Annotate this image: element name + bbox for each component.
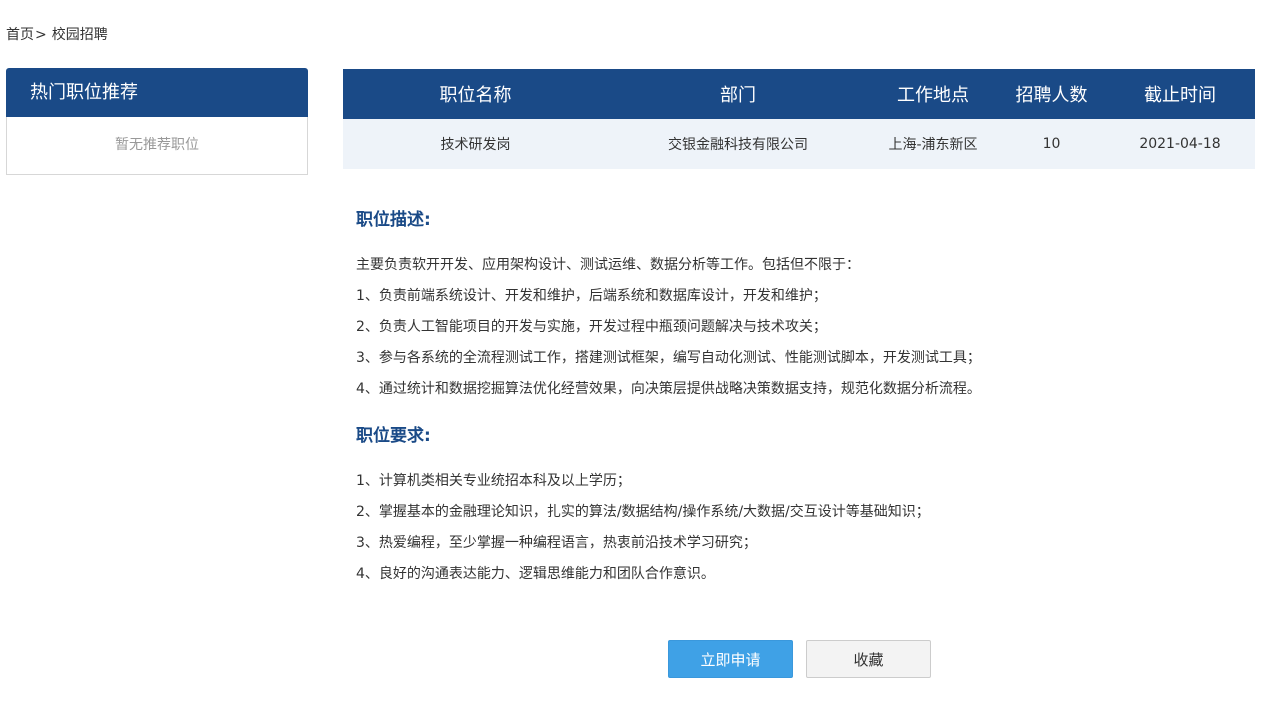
list-item: 3、参与各系统的全流程测试工作，搭建测试框架，编写自动化测试、性能测试脚本，开发… — [356, 350, 981, 366]
cell-headcount: 10 — [998, 119, 1105, 169]
list-item: 主要负责软开开发、应用架构设计、测试运维、数据分析等工作。包括但不限于： — [356, 257, 860, 273]
breadcrumb-separator: > — [35, 27, 47, 43]
page: 首页> 校园招聘 热门职位推荐 暂无推荐职位 职位名称 部门 工作地点 招聘人数 … — [0, 0, 1261, 721]
description-title: 职位描述: — [356, 210, 431, 230]
apply-button[interactable]: 立即申请 — [668, 640, 793, 678]
table-row: 技术研发岗 交银金融科技有限公司 上海-浦东新区 10 2021-04-18 — [343, 119, 1255, 169]
list-item: 1、负责前端系统设计、开发和维护，后端系统和数据库设计，开发和维护； — [356, 288, 827, 304]
header-deadline: 截止时间 — [1105, 69, 1255, 119]
list-item: 4、通过统计和数据挖掘算法优化经营效果，向决策层提供战略决策数据支持，规范化数据… — [356, 381, 981, 397]
cell-deadline: 2021-04-18 — [1105, 119, 1255, 169]
list-item: 4、良好的沟通表达能力、逻辑思维能力和团队合作意识。 — [356, 566, 715, 582]
breadcrumb-home-link[interactable]: 首页 — [6, 27, 34, 43]
header-department: 部门 — [608, 69, 868, 119]
list-item: 3、热爱编程，至少掌握一种编程语言，热衷前沿技术学习研究； — [356, 535, 757, 551]
list-item: 2、负责人工智能项目的开发与实施，开发过程中瓶颈问题解决与技术攻关； — [356, 319, 827, 335]
cell-job-name: 技术研发岗 — [343, 119, 608, 169]
sidebar-empty-message: 暂无推荐职位 — [6, 117, 308, 175]
header-headcount: 招聘人数 — [998, 69, 1105, 119]
list-item: 2、掌握基本的金融理论知识，扎实的算法/数据结构/操作系统/大数据/交互设计等基… — [356, 504, 930, 520]
description-list: 主要负责软开开发、应用架构设计、测试运维、数据分析等工作。包括但不限于： 1、负… — [356, 250, 1236, 405]
cell-department: 交银金融科技有限公司 — [608, 119, 868, 169]
header-location: 工作地点 — [868, 69, 998, 119]
sidebar-title: 热门职位推荐 — [6, 68, 308, 117]
table-header-row: 职位名称 部门 工作地点 招聘人数 截止时间 — [343, 69, 1255, 119]
requirements-list: 1、计算机类相关专业统招本科及以上学历； 2、掌握基本的金融理论知识，扎实的算法… — [356, 466, 1236, 590]
requirements-title: 职位要求: — [356, 426, 431, 446]
header-job-name: 职位名称 — [343, 69, 608, 119]
breadcrumb: 首页> 校园招聘 — [6, 26, 108, 44]
list-item: 1、计算机类相关专业统招本科及以上学历； — [356, 473, 631, 489]
hot-jobs-sidebar: 热门职位推荐 暂无推荐职位 — [6, 68, 308, 175]
job-info-table: 职位名称 部门 工作地点 招聘人数 截止时间 技术研发岗 交银金融科技有限公司 … — [343, 69, 1255, 169]
job-detail-content: 职位描述: 主要负责软开开发、应用架构设计、测试运维、数据分析等工作。包括但不限… — [356, 205, 1236, 590]
cell-location: 上海-浦东新区 — [868, 119, 998, 169]
breadcrumb-current-link[interactable]: 校园招聘 — [52, 27, 108, 43]
favorite-button[interactable]: 收藏 — [806, 640, 931, 678]
